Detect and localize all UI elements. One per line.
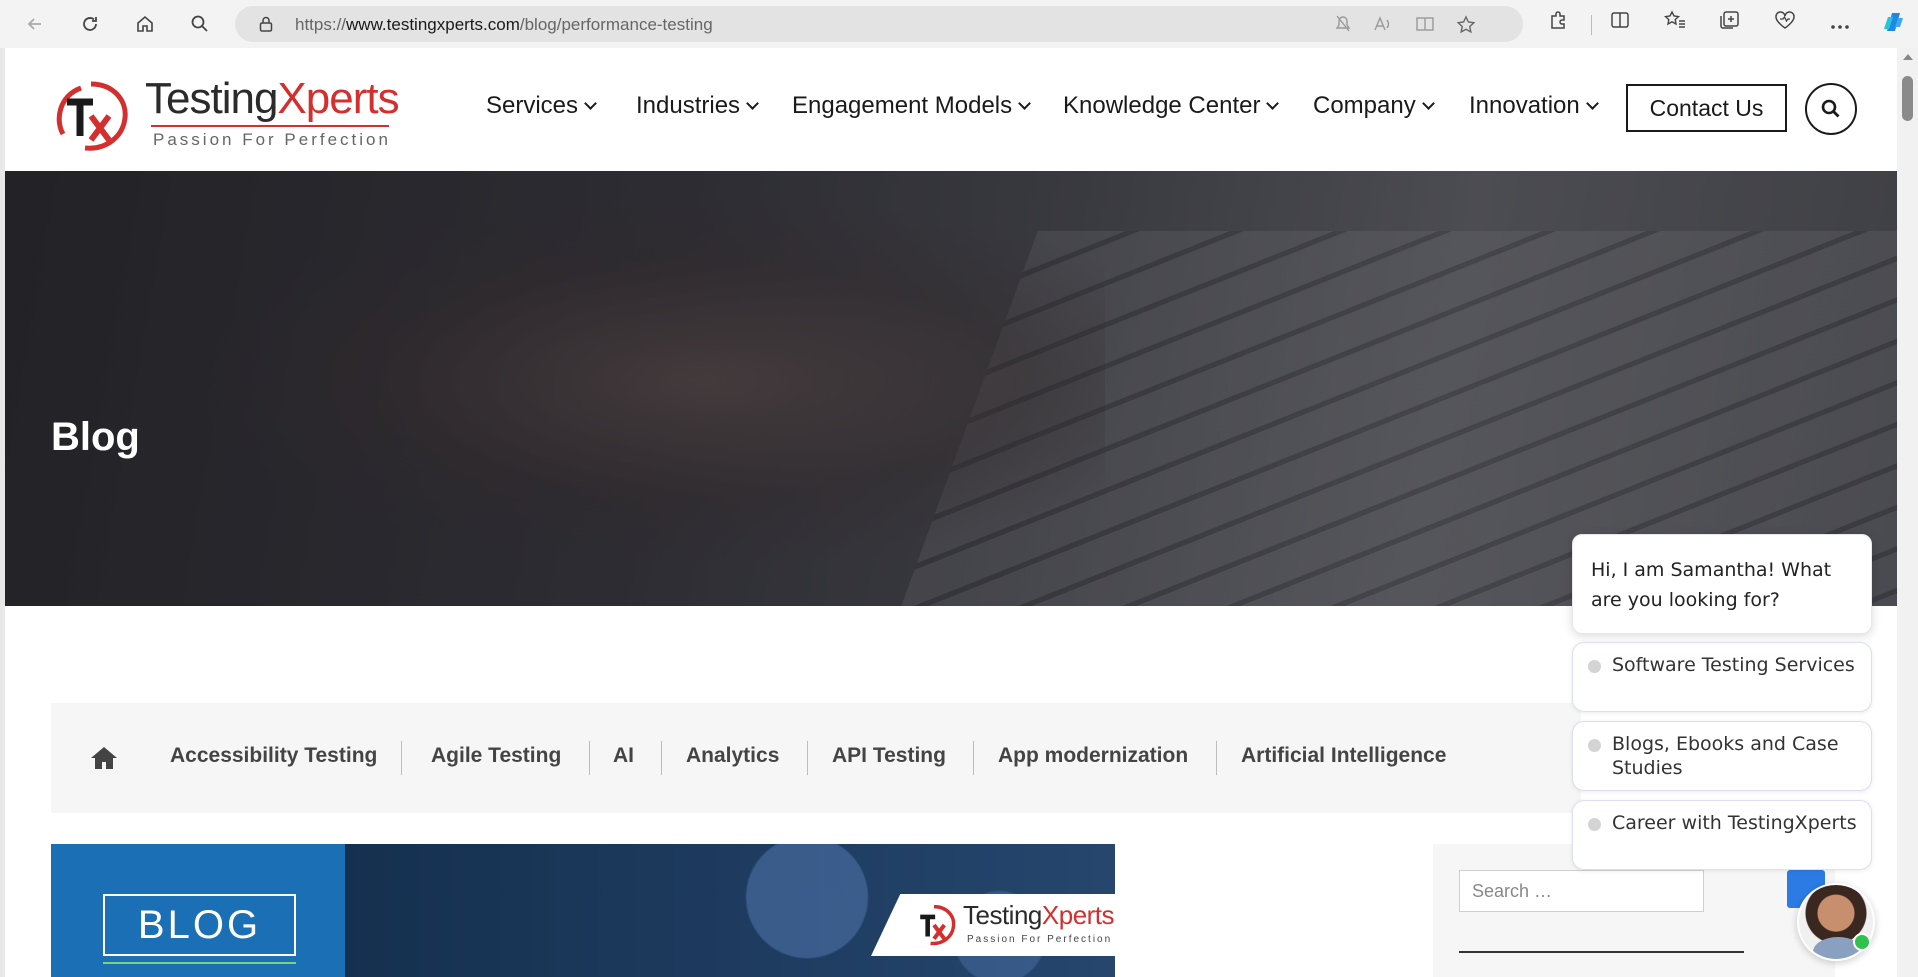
- reload-icon[interactable]: [75, 9, 105, 39]
- chat-option-software-testing[interactable]: Software Testing Services: [1572, 642, 1872, 712]
- category-analytics[interactable]: Analytics: [686, 744, 779, 768]
- logo-brand-main: Testing: [145, 74, 278, 123]
- category-artificial-intelligence[interactable]: Artificial Intelligence: [1241, 744, 1446, 768]
- nav-engagement-models[interactable]: Engagement Models: [792, 92, 1032, 120]
- category-ai[interactable]: AI: [613, 744, 634, 768]
- blog-image-brand-accent: Xperts: [1041, 900, 1115, 930]
- address-bar[interactable]: https://www.testingxperts.com/blog/perfo…: [235, 6, 1523, 42]
- category-divider: [1216, 741, 1217, 775]
- option-radio-icon: [1588, 660, 1601, 673]
- chat-option-blogs-ebooks[interactable]: Blogs, Ebooks and Case Studies: [1572, 721, 1872, 791]
- browser-essentials-icon[interactable]: [1770, 9, 1800, 39]
- browser-toolbar: https://www.testingxperts.com/blog/perfo…: [0, 0, 1918, 48]
- page-title: Blog: [51, 415, 140, 459]
- category-divider: [807, 741, 808, 775]
- notifications-off-icon[interactable]: [1333, 15, 1353, 35]
- chat-option-career[interactable]: Career with TestingXperts: [1572, 800, 1872, 870]
- logo-rule: [151, 125, 389, 127]
- blog-featured-image[interactable]: BLOG TestingXperts Passion For Perfectio…: [51, 844, 1115, 977]
- category-divider: [661, 741, 662, 775]
- logo-mark-icon: [56, 81, 128, 151]
- toolbar-divider: [1591, 15, 1592, 35]
- blog-badge: BLOG: [103, 894, 296, 956]
- site-search-button[interactable]: [1805, 83, 1857, 135]
- nav-innovation[interactable]: Innovation: [1469, 92, 1599, 120]
- url-path: /blog/performance-testing: [519, 15, 713, 34]
- blog-image-brand: TestingXperts: [963, 900, 1115, 931]
- home-icon[interactable]: [89, 745, 119, 771]
- option-radio-icon: [1588, 739, 1601, 752]
- favorites-icon[interactable]: [1660, 9, 1690, 39]
- nav-label: Services: [486, 92, 579, 119]
- chevron-down-icon: [584, 96, 597, 110]
- home-icon[interactable]: [130, 9, 160, 39]
- lock-icon[interactable]: [257, 15, 275, 33]
- url-text[interactable]: https://www.testingxperts.com/blog/perfo…: [295, 15, 713, 35]
- blog-image-brand-main: Testing: [963, 900, 1042, 930]
- logo-tagline: Passion For Perfection: [153, 130, 391, 149]
- site-logo[interactable]: TestingXperts Passion For Perfection: [51, 68, 400, 158]
- nav-label: Industries: [636, 92, 741, 119]
- category-bar: Accessibility Testing Agile Testing AI A…: [51, 703, 1581, 813]
- chat-option-label: Software Testing Services: [1612, 654, 1855, 676]
- chevron-down-icon: [1266, 96, 1280, 110]
- option-radio-icon: [1588, 818, 1601, 831]
- nav-services[interactable]: Services: [486, 92, 597, 120]
- online-status-indicator: [1853, 933, 1871, 951]
- logo-brand-text: TestingXperts: [145, 74, 400, 124]
- category-app-modernization[interactable]: App modernization: [998, 744, 1188, 768]
- nav-label: Innovation: [1469, 92, 1580, 119]
- url-prefix: https://: [295, 15, 347, 34]
- blog-badge-underline: [103, 962, 296, 964]
- chat-option-label: Blogs, Ebooks and Case Studies: [1612, 733, 1839, 779]
- page-scrollbar[interactable]: [1897, 48, 1918, 977]
- copilot-icon[interactable]: [1878, 9, 1908, 39]
- category-api-testing[interactable]: API Testing: [832, 744, 946, 768]
- nav-label: Knowledge Center: [1063, 92, 1261, 119]
- chevron-down-icon: [1421, 96, 1435, 110]
- nav-label: Company: [1313, 92, 1416, 119]
- split-screen-icon[interactable]: [1605, 9, 1635, 39]
- sidebar-divider: [1459, 951, 1744, 953]
- search-icon: [1821, 99, 1840, 118]
- chevron-down-icon: [1585, 96, 1599, 110]
- nav-label: Engagement Models: [792, 92, 1013, 119]
- immersive-reader-icon[interactable]: [1415, 15, 1435, 35]
- read-aloud-icon[interactable]: [1373, 15, 1393, 35]
- scroll-up-arrow-icon[interactable]: [1903, 54, 1913, 60]
- more-menu-icon[interactable]: [1825, 9, 1855, 39]
- search-icon[interactable]: [185, 9, 215, 39]
- extensions-icon[interactable]: [1543, 9, 1573, 39]
- nav-industries[interactable]: Industries: [636, 92, 759, 120]
- favorite-star-icon[interactable]: [1456, 15, 1476, 35]
- logo-mark-icon: [920, 904, 956, 946]
- collections-icon[interactable]: [1715, 9, 1745, 39]
- chevron-down-icon: [746, 96, 759, 110]
- blog-image-tagline: Passion For Perfection: [967, 934, 1113, 945]
- nav-knowledge-center[interactable]: Knowledge Center: [1063, 92, 1280, 120]
- url-domain: www.testingxperts.com: [346, 15, 520, 34]
- sidebar-search-input[interactable]: [1459, 870, 1704, 912]
- chat-greeting: Hi, I am Samantha! What are you looking …: [1572, 534, 1872, 634]
- nav-company[interactable]: Company: [1313, 92, 1435, 120]
- chat-option-label: Career with TestingXperts: [1612, 812, 1857, 834]
- chevron-down-icon: [1018, 96, 1032, 110]
- logo-brand-accent: Xperts: [277, 74, 399, 123]
- category-divider: [589, 741, 590, 775]
- site-header: TestingXperts Passion For Perfection Ser…: [5, 48, 1897, 171]
- category-agile-testing[interactable]: Agile Testing: [431, 744, 561, 768]
- scrollbar-thumb[interactable]: [1902, 76, 1913, 121]
- category-accessibility-testing[interactable]: Accessibility Testing: [170, 744, 377, 768]
- category-divider: [401, 741, 402, 775]
- back-icon[interactable]: [20, 9, 50, 39]
- contact-us-button[interactable]: Contact Us: [1626, 84, 1787, 132]
- blog-image-logo-card: TestingXperts Passion For Perfection: [871, 894, 1115, 956]
- category-divider: [973, 741, 974, 775]
